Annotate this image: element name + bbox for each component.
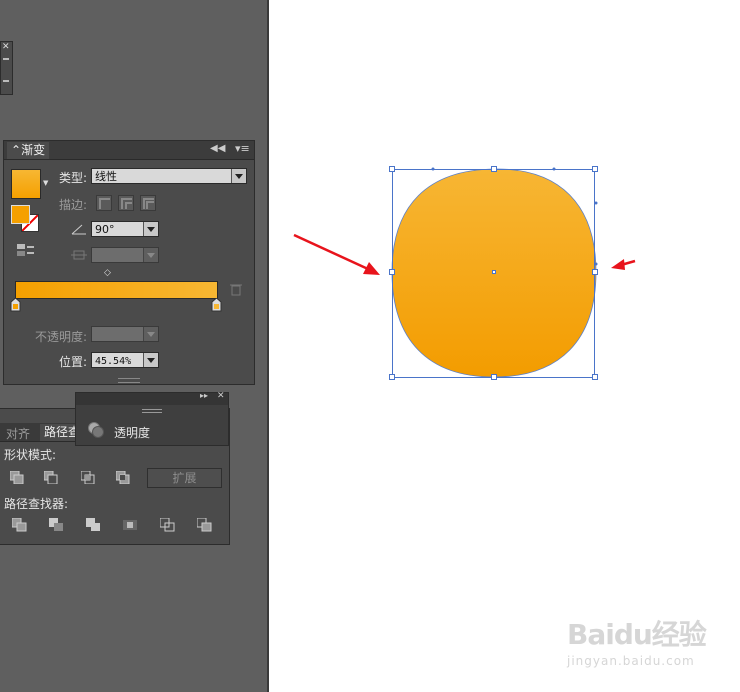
- expand-button-label: 扩展: [172, 471, 197, 485]
- stroke-within-button[interactable]: [96, 195, 112, 211]
- gradient-slider[interactable]: [15, 281, 218, 299]
- chevron-down-icon: [143, 327, 158, 341]
- transparency-icon[interactable]: [88, 422, 104, 438]
- gradient-swatch[interactable]: [11, 169, 41, 199]
- exclude-icon[interactable]: [116, 471, 130, 484]
- merge-icon[interactable]: [86, 518, 101, 532]
- resize-grip[interactable]: [118, 378, 140, 383]
- crop-icon[interactable]: [123, 518, 138, 532]
- trim-icon[interactable]: [49, 518, 64, 532]
- watermark-logo: Baidu经验: [567, 613, 707, 653]
- watermark-url: jingyan.baidu.com: [567, 654, 695, 668]
- location-field[interactable]: 45.54%: [91, 352, 159, 368]
- angle-value: 90°: [95, 223, 115, 236]
- stroke-across-icon: [143, 198, 154, 209]
- chevron-down-icon: [143, 248, 158, 262]
- expand-button[interactable]: 扩展: [147, 468, 222, 488]
- midpoint-diamond[interactable]: ◇: [104, 268, 111, 278]
- type-dropdown[interactable]: 线性: [91, 168, 247, 184]
- angle-field[interactable]: 90°: [91, 221, 159, 237]
- shape-modes-label: 形状模式:: [4, 448, 57, 462]
- panel-header: ▸▸ ✕: [76, 391, 228, 405]
- stroke-within-icon: [99, 198, 110, 209]
- chevron-down-icon: [231, 169, 246, 183]
- menu-icon[interactable]: [3, 58, 9, 82]
- intersect-icon[interactable]: [81, 471, 95, 484]
- gradient-panel: ⌃渐变 ◀◀ ▾≡ ▼ 类型: 线性 描边: 90° ◇ 不透明度: 位置: 4…: [3, 140, 255, 385]
- collapse-icon[interactable]: ◀◀: [210, 143, 225, 154]
- bounding-box: [392, 169, 595, 378]
- tab-gradient-label: 渐变: [21, 143, 46, 157]
- close-icon[interactable]: ✕: [2, 42, 10, 52]
- panel-header: ⌃渐变 ◀◀ ▾≡: [4, 141, 254, 160]
- color-stop-left[interactable]: [10, 298, 21, 312]
- opacity-label: 不透明度:: [35, 330, 88, 344]
- outline-icon[interactable]: [160, 518, 175, 532]
- panel-menu-icon[interactable]: ▾≡: [235, 142, 250, 155]
- stroke-along-button[interactable]: [118, 195, 134, 211]
- opacity-field[interactable]: [91, 326, 159, 342]
- workspace-divider: [267, 0, 269, 692]
- chevron-down-icon: [143, 353, 158, 367]
- unite-icon[interactable]: [10, 471, 24, 484]
- minus-back-icon[interactable]: [197, 518, 212, 532]
- swatch-dropdown-icon[interactable]: ▼: [43, 179, 48, 187]
- expand-icon[interactable]: ▸▸: [200, 391, 208, 400]
- stroke-along-icon: [121, 198, 132, 209]
- grip-icon: [142, 409, 162, 413]
- collapsed-panel[interactable]: ✕: [0, 41, 13, 95]
- angle-icon: [71, 223, 87, 235]
- orange-circle: [391, 168, 597, 378]
- stroke-across-button[interactable]: [140, 195, 156, 211]
- fill-swatch[interactable]: [11, 205, 30, 224]
- anchor-points: [431, 167, 598, 266]
- aspect-ratio-icon: [71, 248, 87, 262]
- chevron-down-icon: [143, 222, 158, 236]
- tab-align[interactable]: 对齐: [6, 425, 30, 442]
- location-label: 位置:: [59, 355, 88, 369]
- close-icon[interactable]: ✕: [217, 391, 225, 401]
- watermark-brand: Baidu经验: [567, 618, 707, 651]
- location-value: 45.54%: [95, 356, 132, 367]
- divide-icon[interactable]: [12, 518, 27, 532]
- tab-gradient[interactable]: ⌃渐变: [7, 142, 50, 159]
- stroke-label: 描边:: [59, 198, 88, 212]
- aspect-ratio-field[interactable]: [91, 247, 159, 263]
- panel-arrows-icon: ⌃: [11, 143, 22, 157]
- pathfinders-label: 路径查找器:: [4, 497, 69, 511]
- selection-handles: [389, 166, 598, 380]
- delete-stop-icon[interactable]: [230, 283, 242, 296]
- type-label: 类型:: [59, 171, 88, 185]
- type-value: 线性: [95, 170, 117, 183]
- transparency-label[interactable]: 透明度: [114, 424, 150, 441]
- transparency-panel: ▸▸ ✕ 透明度: [75, 391, 229, 446]
- color-stop-right[interactable]: [211, 298, 222, 312]
- minus-front-icon[interactable]: [44, 471, 58, 484]
- arrow-annotations: [293, 233, 636, 275]
- gradient-options-icon[interactable]: [17, 243, 35, 257]
